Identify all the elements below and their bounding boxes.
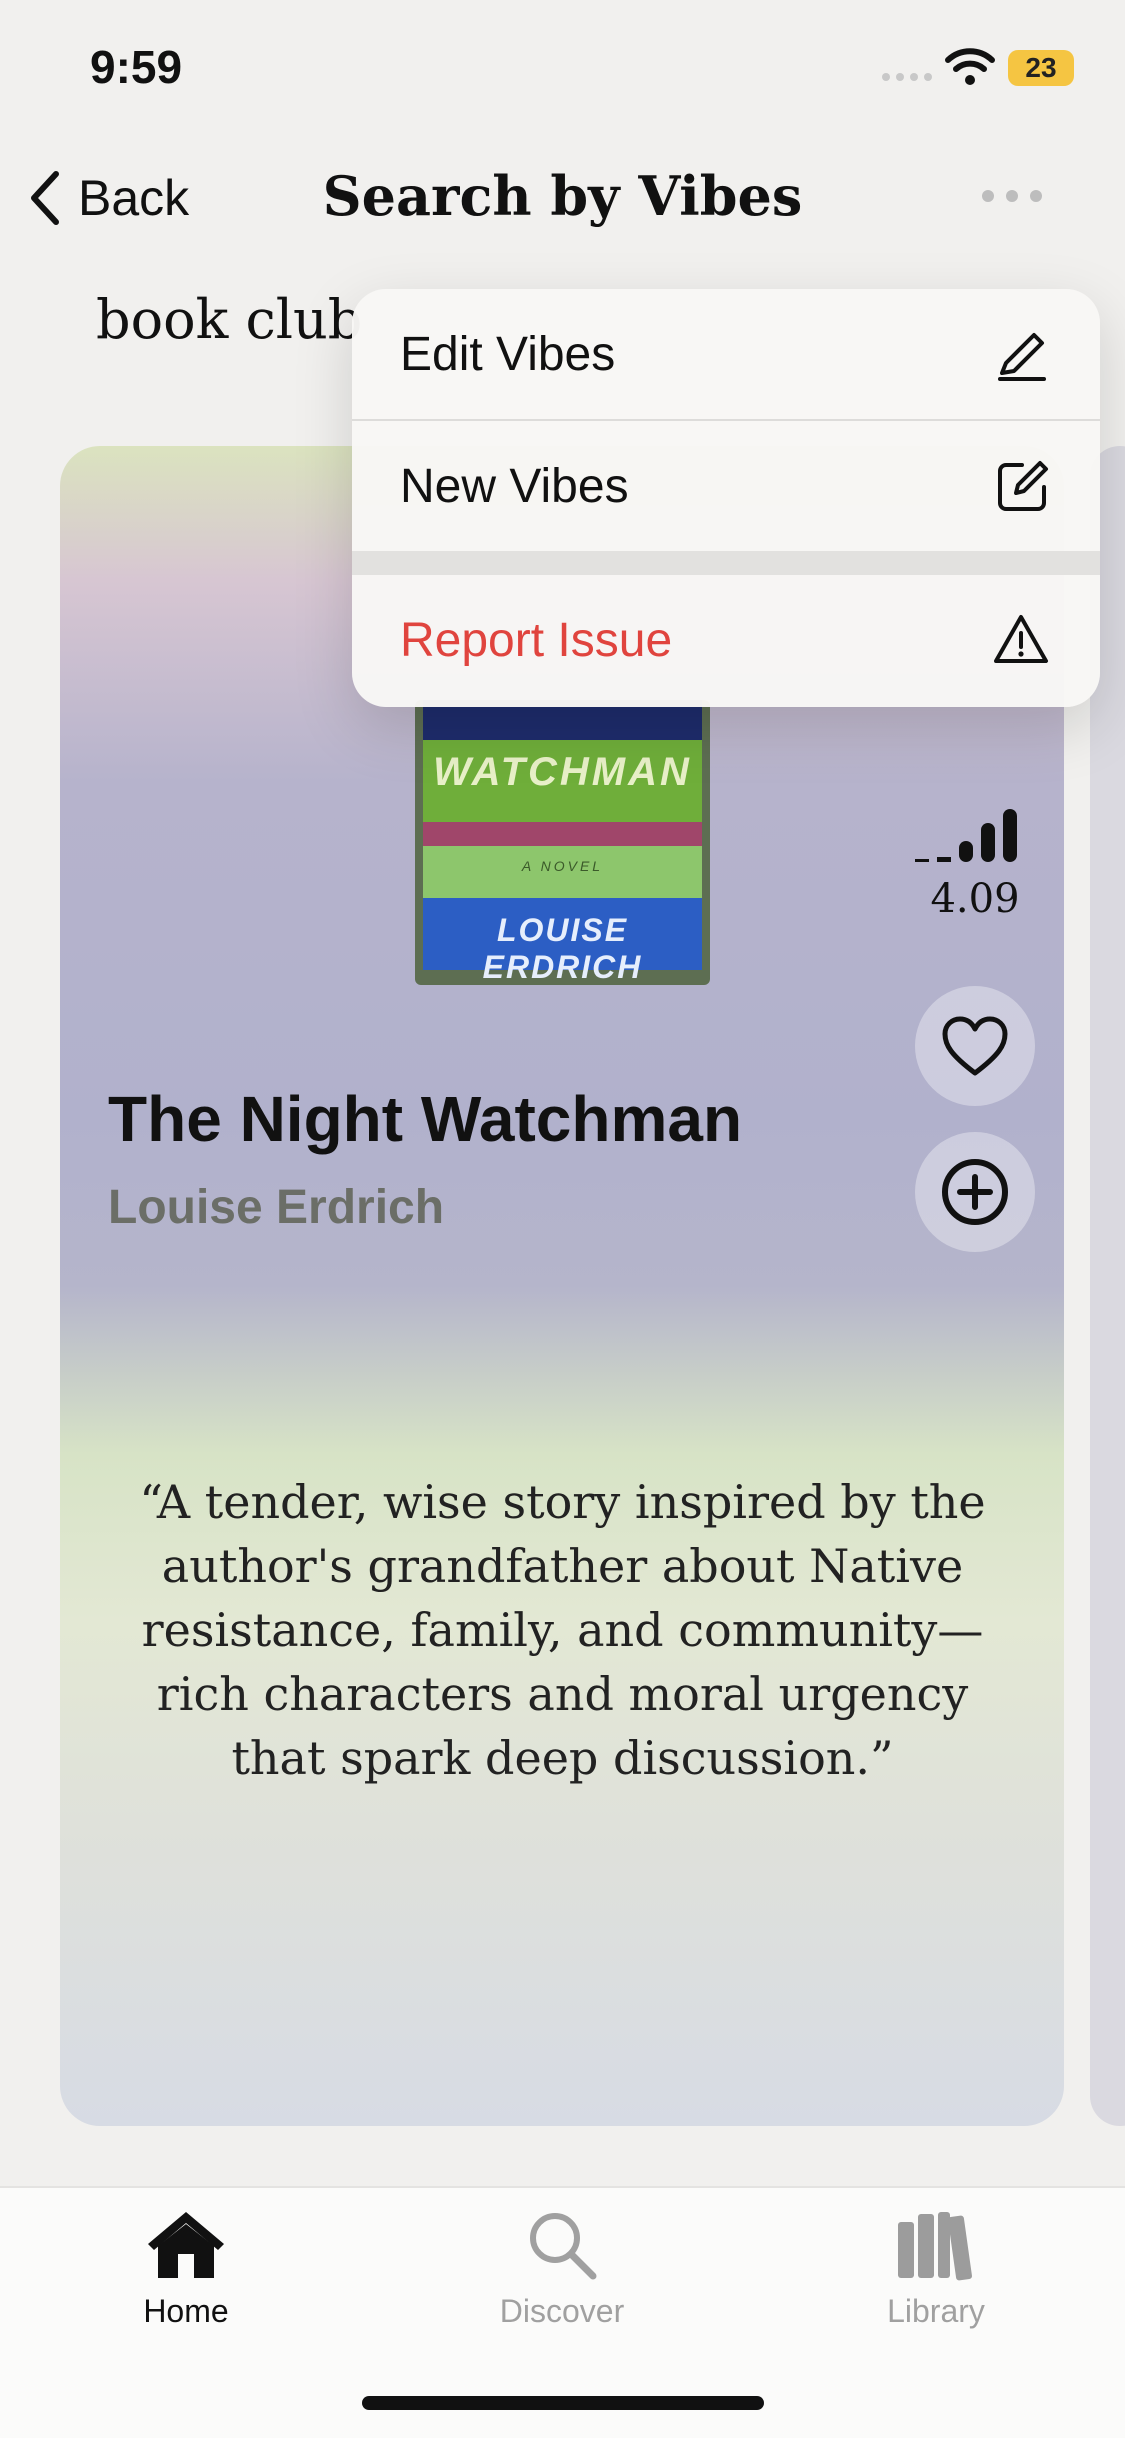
tab-discover[interactable]: Discover [452,2208,672,2330]
more-options-icon[interactable] [980,186,1044,206]
home-indicator[interactable] [362,2396,764,2410]
book-title: The Night Watchman [108,1083,743,1155]
menu-item-edit-vibes[interactable]: Edit Vibes [352,289,1100,419]
rating: 4.09 [915,805,1035,922]
signal-icon [882,73,932,81]
navigation-bar: Back Search by Vibes [0,150,1125,250]
tab-discover-label: Discover [499,2293,625,2329]
book-author: Louise Erdrich [108,1181,445,1234]
options-menu: Edit Vibes New Vibes Report Issue [352,289,1100,707]
book-cover: WATCHMAN A NOVEL LOUISE ERDRICH [415,700,710,985]
status-bar: 9:59 23 [0,0,1125,130]
menu-item-label: Report Issue [400,614,673,667]
book-quote: “A tender, wise story inspired by the au… [139,1475,986,1785]
plus-circle-icon [942,1159,1008,1225]
menu-item-label: Edit Vibes [400,328,616,381]
tab-library[interactable]: Library [826,2208,1046,2330]
magnifier-icon [530,2213,597,2280]
cover-author-text: LOUISE ERDRICH [482,912,643,985]
favorite-button[interactable] [915,986,1035,1106]
page-title: Search by Vibes [322,164,803,228]
battery-icon: 23 [1008,50,1074,86]
compose-icon [998,461,1048,511]
menu-item-new-vibes[interactable]: New Vibes [352,421,1100,551]
tab-home-label: Home [143,2293,229,2329]
rating-bars-icon [915,809,1017,862]
tab-library-label: Library [887,2293,985,2329]
tab-home[interactable]: Home [76,2208,296,2330]
cover-title-text: WATCHMAN [433,750,692,794]
add-to-library-button[interactable] [915,1132,1035,1252]
cover-subtitle-text: A NOVEL [521,858,604,874]
vibe-query[interactable]: book club [96,288,362,351]
status-time: 9:59 [90,41,183,93]
heart-icon [942,1016,1008,1076]
menu-item-report-issue[interactable]: Report Issue [352,575,1100,705]
rating-value: 4.09 [930,876,1020,922]
pencil-icon [998,333,1046,381]
wifi-icon [945,48,995,85]
books-icon [898,2212,972,2281]
home-icon [148,2212,224,2278]
menu-item-label: New Vibes [400,460,629,513]
warning-icon [994,615,1048,663]
